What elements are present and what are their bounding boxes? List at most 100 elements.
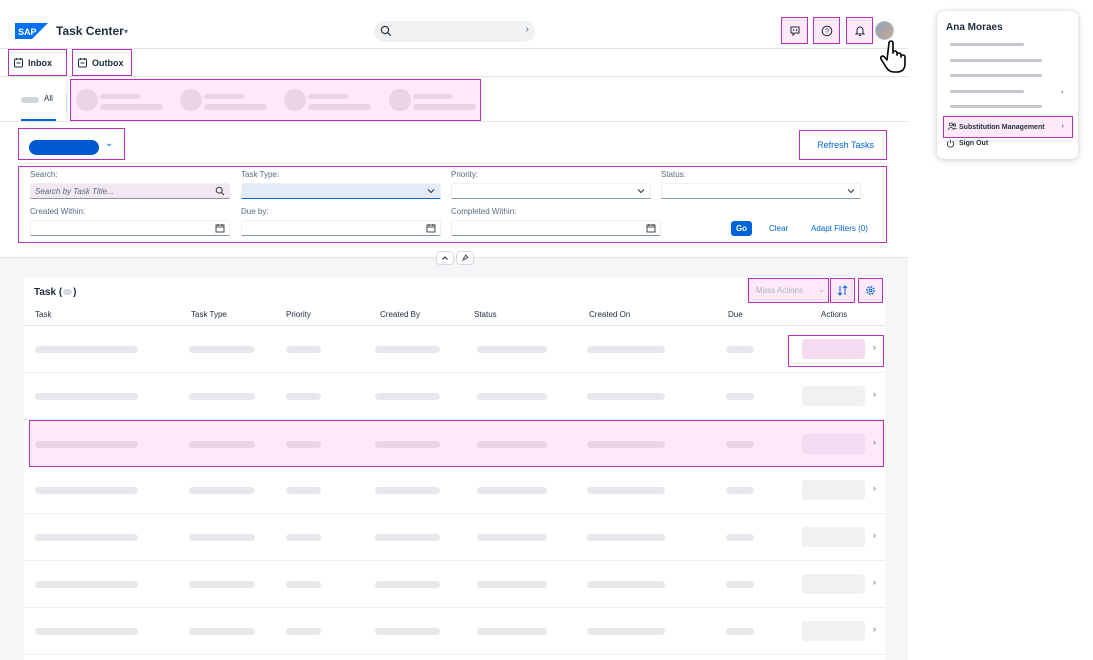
cell-placeholder — [477, 581, 547, 588]
row-action-placeholder[interactable] — [802, 386, 865, 406]
sort-icon — [837, 285, 848, 296]
table-row[interactable]: › — [24, 373, 885, 420]
cell-placeholder — [286, 346, 321, 353]
power-icon — [946, 139, 955, 148]
column-header[interactable]: Task Type — [191, 310, 227, 319]
tab-all[interactable]: All — [21, 89, 56, 121]
joule-assistant-button[interactable] — [781, 17, 808, 44]
substitution-management-item[interactable]: Substitution Management › — [943, 116, 1073, 138]
menu-item-placeholder[interactable] — [950, 43, 1024, 46]
variant-name-placeholder — [29, 140, 99, 155]
search-placeholder: Search by Task Title... — [35, 186, 114, 196]
menu-item-placeholder[interactable] — [950, 105, 1042, 108]
pin-header-button[interactable] — [456, 251, 474, 265]
row-action-placeholder[interactable] — [802, 480, 865, 500]
cell-placeholder — [286, 441, 321, 448]
mass-actions-select[interactable]: Mass Actions ⌄ — [748, 278, 829, 303]
cell-placeholder — [35, 628, 138, 635]
inbox-label: Inbox — [28, 57, 52, 68]
chevron-right-icon: › — [1061, 123, 1064, 130]
cell-placeholder — [375, 393, 440, 400]
cell-placeholder — [375, 346, 440, 353]
cell-placeholder — [189, 441, 255, 448]
priority-select[interactable] — [451, 183, 651, 199]
menu-item-placeholder[interactable] — [950, 74, 1042, 77]
menu-item-placeholder[interactable] — [950, 59, 1042, 62]
column-header[interactable]: Created By — [380, 310, 420, 319]
outbox-icon — [78, 58, 87, 68]
cell-placeholder — [375, 534, 440, 541]
sign-out-item[interactable]: Sign Out — [946, 139, 988, 148]
task-type-select[interactable] — [241, 183, 441, 199]
table-row[interactable]: › — [24, 514, 885, 561]
go-button[interactable]: Go — [731, 221, 752, 236]
table-row[interactable]: › — [24, 467, 885, 514]
row-action-placeholder[interactable] — [802, 574, 865, 594]
table-row[interactable]: › — [24, 608, 885, 655]
collapse-header-button[interactable] — [436, 251, 454, 265]
status-select[interactable] — [661, 183, 861, 199]
calendar-icon[interactable] — [646, 223, 656, 233]
pin-icon — [461, 254, 469, 262]
search-icon — [380, 25, 392, 37]
chevron-right-icon[interactable]: › — [873, 483, 876, 493]
row-action-placeholder[interactable] — [802, 434, 865, 454]
completed-within-label: Completed Within: — [451, 207, 517, 216]
column-header[interactable]: Priority — [286, 310, 311, 319]
column-header[interactable]: Created On — [589, 310, 630, 319]
skeleton-circle — [180, 89, 202, 111]
notifications-button[interactable] — [846, 17, 873, 44]
due-by-input[interactable] — [241, 220, 441, 236]
clear-button[interactable]: Clear — [769, 224, 788, 233]
user-name: Ana Moraes — [946, 22, 1003, 33]
outbox-button[interactable]: Outbox — [72, 49, 132, 76]
variant-selector[interactable]: ⌄ — [18, 128, 125, 160]
chevron-right-icon[interactable]: › — [526, 24, 529, 35]
inbox-button[interactable]: Inbox — [8, 49, 67, 76]
tab-all-label: All — [44, 94, 53, 103]
search-icon[interactable] — [215, 186, 225, 196]
tabs-loading-placeholder[interactable] — [70, 79, 481, 121]
chevron-right-icon[interactable]: › — [873, 437, 876, 447]
chevron-down-icon — [637, 189, 645, 194]
table-settings-button[interactable] — [858, 278, 883, 303]
cell-placeholder — [189, 393, 255, 400]
sap-logo[interactable]: SAP — [15, 23, 48, 39]
chevron-down-icon[interactable]: ⌄ — [105, 138, 113, 149]
user-menu-popover: Ana Moraes › Substitution Management › S… — [937, 11, 1078, 159]
chevron-right-icon[interactable]: › — [873, 577, 876, 587]
calendar-icon[interactable] — [426, 223, 436, 233]
chevron-right-icon[interactable]: › — [873, 530, 876, 540]
row-action-placeholder[interactable] — [802, 621, 865, 641]
column-header[interactable]: Status — [474, 310, 497, 319]
row-action-placeholder[interactable] — [802, 527, 865, 547]
chevron-down-icon[interactable]: ▾ — [124, 27, 128, 36]
chat-bot-icon — [790, 26, 799, 36]
task-center-app: SAP Task Center ▾ › ? Inbox Outbox All ⌄… — [0, 0, 908, 660]
chevron-right-icon[interactable]: › — [873, 624, 876, 634]
user-avatar[interactable] — [875, 21, 894, 40]
table-row[interactable]: › — [24, 326, 885, 373]
help-button[interactable]: ? — [813, 17, 840, 44]
column-header[interactable]: Task — [35, 310, 51, 319]
created-within-input[interactable] — [30, 220, 230, 236]
global-search[interactable]: › — [374, 21, 535, 42]
task-search-input[interactable]: Search by Task Title... — [30, 183, 230, 199]
table-row[interactable]: › — [29, 420, 884, 467]
completed-within-input[interactable] — [451, 220, 661, 236]
svg-text:SAP: SAP — [18, 27, 37, 37]
chevron-right-icon[interactable]: › — [873, 389, 876, 399]
cell-placeholder — [587, 346, 665, 353]
column-header[interactable]: Actions — [821, 310, 847, 319]
app-title[interactable]: Task Center — [56, 24, 124, 38]
column-header[interactable]: Due — [728, 310, 743, 319]
adapt-filters-button[interactable]: Adapt Filters (0) — [811, 224, 868, 233]
priority-label: Priority: — [451, 170, 479, 179]
sort-button[interactable] — [830, 278, 855, 303]
calendar-icon[interactable] — [215, 223, 225, 233]
sub-navigation: Inbox Outbox — [0, 49, 908, 77]
row-actions-highlight[interactable] — [788, 335, 884, 367]
menu-item-placeholder[interactable] — [950, 90, 1024, 93]
table-row[interactable]: › — [24, 561, 885, 608]
refresh-tasks-button[interactable]: Refresh Tasks — [799, 130, 887, 160]
